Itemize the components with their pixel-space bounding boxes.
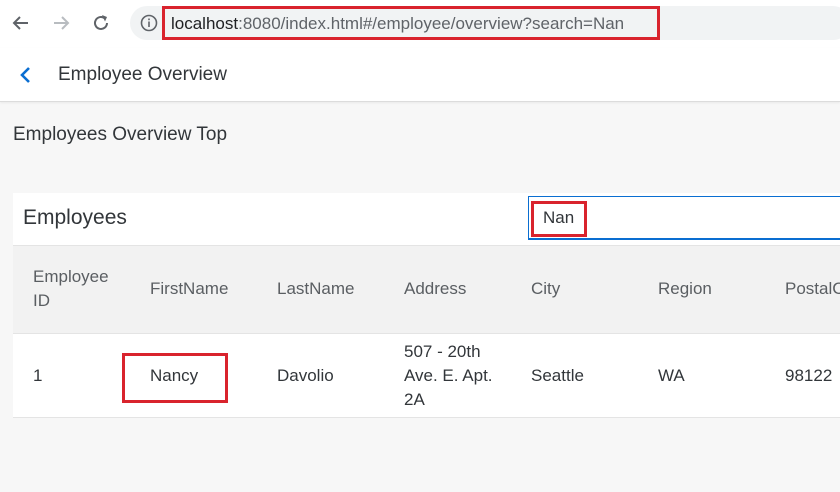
cell-address-line1: 507 - 20th bbox=[404, 342, 481, 361]
cell-firstname: Nancy bbox=[150, 366, 199, 385]
column-header-address[interactable]: Address bbox=[404, 277, 466, 301]
column-header-region[interactable]: Region bbox=[658, 277, 712, 301]
section-title: Employees Overview Top bbox=[13, 124, 228, 145]
reload-icon[interactable] bbox=[88, 10, 114, 36]
page-title: Employee Overview bbox=[58, 64, 227, 85]
cell-address-line2: Ave. E. Apt. bbox=[404, 366, 493, 385]
browser-toolbar: localhost:8080/index.html#/employee/over… bbox=[0, 0, 840, 48]
table-header: Employee ID FirstName LastName Address C… bbox=[13, 245, 840, 334]
cell-employee-id: 1 bbox=[33, 366, 43, 385]
search-input[interactable] bbox=[528, 196, 840, 240]
column-header-lastname[interactable]: LastName bbox=[277, 277, 354, 301]
column-header-firstname[interactable]: FirstName bbox=[150, 277, 228, 301]
column-header-employee-id-line1: Employee bbox=[33, 267, 109, 286]
cell-city: Seattle bbox=[531, 366, 584, 385]
employees-title: Employees bbox=[23, 206, 127, 229]
table-row[interactable]: 1 Nancy Davolio 507 - 20th Ave. E. Apt. … bbox=[13, 334, 840, 418]
cell-postalcode: 98122 bbox=[785, 366, 833, 385]
employees-panel: Employees Employee ID FirstName LastName… bbox=[13, 193, 840, 418]
cell-address-line3: 2A bbox=[404, 390, 425, 409]
column-header-employee-id[interactable]: Employee ID bbox=[33, 265, 109, 313]
arrow-right-icon[interactable] bbox=[48, 10, 74, 36]
app-header: Employee Overview bbox=[0, 48, 840, 102]
url-highlight-box bbox=[162, 6, 660, 40]
column-header-employee-id-line2: ID bbox=[33, 291, 50, 310]
cell-lastname: Davolio bbox=[277, 366, 334, 385]
cell-address: 507 - 20th Ave. E. Apt. 2A bbox=[404, 340, 493, 412]
cell-region: WA bbox=[658, 366, 685, 385]
info-circle-icon[interactable] bbox=[140, 14, 158, 32]
column-header-postalcode[interactable]: PostalC bbox=[785, 277, 840, 301]
column-header-city[interactable]: City bbox=[531, 277, 560, 301]
arrow-left-icon[interactable] bbox=[8, 10, 34, 36]
chevron-left-icon[interactable] bbox=[12, 62, 40, 88]
